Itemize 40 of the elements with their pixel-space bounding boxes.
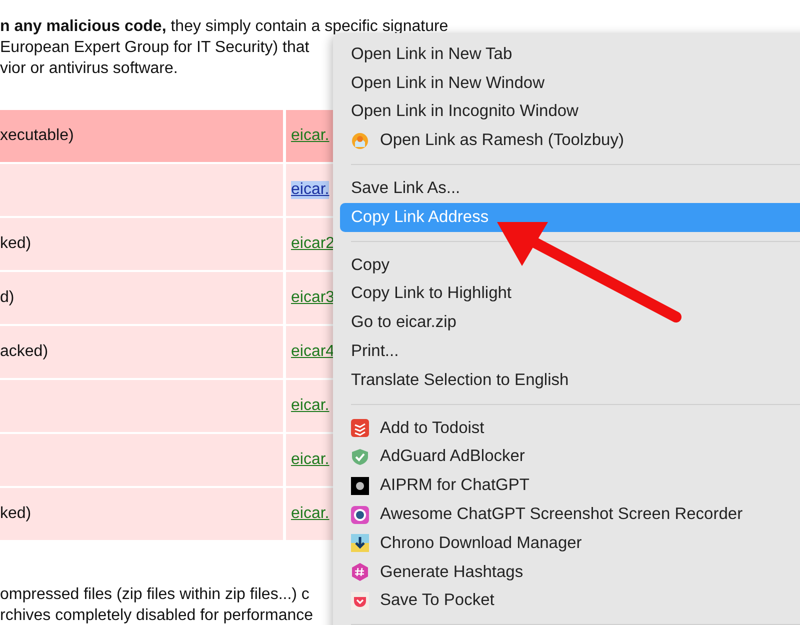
table-cell: ked) (0, 218, 283, 270)
menu-item[interactable]: Save Link As... (340, 174, 800, 203)
paragraph-line: ompressed files (zip files within zip files...) c (0, 585, 310, 605)
menu-item[interactable]: Generate Hashtags (340, 558, 800, 587)
camera-lens-icon (351, 506, 369, 524)
table-cell: xecutable) (0, 110, 283, 162)
menu-item[interactable]: Go to eicar.zip (340, 308, 800, 338)
layers-icon (351, 419, 369, 438)
hashtag-icon (351, 563, 369, 582)
table-cell: acked) (0, 326, 283, 378)
menu-item[interactable]: Copy (340, 250, 800, 280)
file-link[interactable]: eicar. (291, 505, 330, 523)
pocket-icon (351, 592, 369, 610)
file-link[interactable]: eicar4 (291, 343, 335, 361)
file-link[interactable]: eicar. (291, 451, 330, 469)
paragraph-line: European Expert Group for IT Security) that (0, 38, 310, 58)
menu-item[interactable]: Save To Pocket (340, 586, 800, 616)
menu-item[interactable]: Open Link as Ramesh (Toolzbuy) (340, 126, 800, 156)
file-link[interactable]: eicar2 (291, 235, 335, 253)
menu-item[interactable]: Copy Link to Highlight (340, 280, 800, 308)
paragraph-line: vior or antivirus software. (0, 59, 178, 79)
menu-item[interactable]: Translate Selection to English (340, 366, 800, 395)
file-link[interactable]: eicar3 (291, 289, 335, 307)
menu-item[interactable]: Awesome ChatGPT Screenshot Screen Recorder (340, 500, 800, 529)
menu-item[interactable]: Open Link in New Tab (340, 40, 800, 69)
paragraph-line: rchives completely disabled for performance (0, 606, 314, 625)
menu-item[interactable]: Open Link in New Window (340, 68, 800, 98)
menu-item[interactable]: Add to Todoist (340, 414, 800, 443)
table-cell: ked) (0, 488, 283, 540)
table-cell: d) (0, 272, 283, 324)
file-link[interactable]: eicar. (291, 397, 330, 415)
shield-icon (351, 448, 369, 466)
menu-item[interactable]: Chrono Download Manager (340, 528, 800, 558)
menu-item[interactable]: AdGuard AdBlocker (340, 442, 800, 472)
menu-item[interactable]: Open Link in Incognito Window (340, 98, 800, 126)
menu-item[interactable]: AIPRM for ChatGPT (340, 471, 800, 500)
menu-item[interactable]: Print... (340, 337, 800, 366)
download-icon (351, 534, 369, 552)
file-link[interactable]: eicar. (291, 181, 330, 199)
paragraph-line: n any malicious code, they simply contain a specific signature (0, 17, 448, 37)
